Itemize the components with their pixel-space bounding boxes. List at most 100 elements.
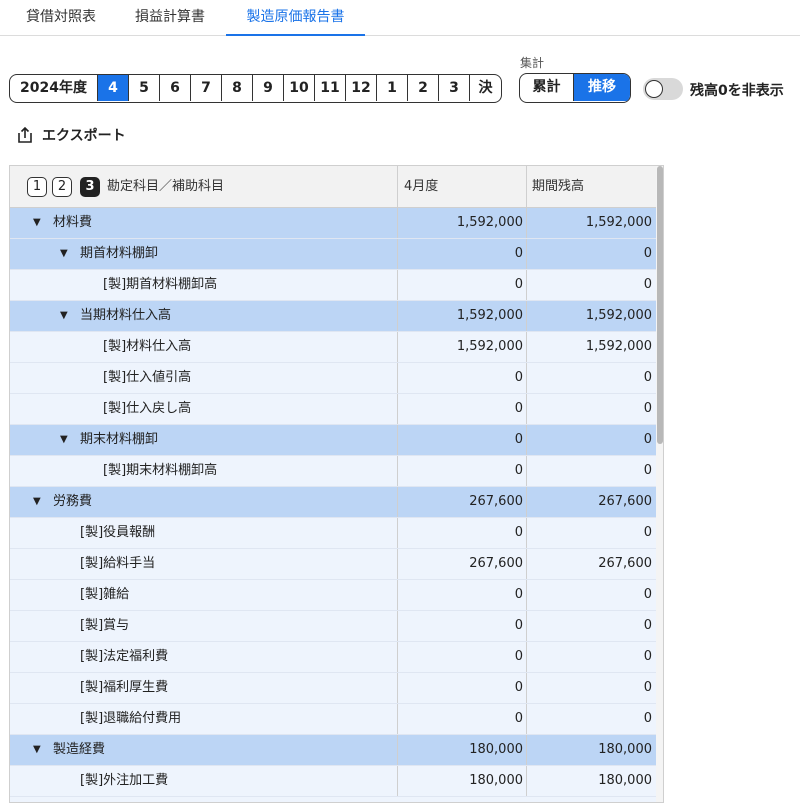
tab-balance-sheet[interactable]: 貸借対照表 bbox=[9, 0, 113, 36]
period-month-button-11[interactable]: 11 bbox=[315, 75, 346, 101]
period-month-button-5[interactable]: 5 bbox=[129, 75, 160, 101]
row-period-balance: 1,592,000 bbox=[585, 215, 652, 230]
column-header-account[interactable]: 勘定科目／補助科目 bbox=[107, 166, 224, 208]
column-header-month[interactable]: 4月度 bbox=[404, 166, 438, 208]
period-month-button-1[interactable]: 1 bbox=[377, 75, 408, 101]
row-period-balance: 0 bbox=[643, 587, 652, 602]
table-row[interactable]: [製]雑給 0 0 bbox=[10, 580, 656, 611]
level-3-button[interactable]: 3 bbox=[80, 177, 100, 197]
column-divider bbox=[526, 642, 527, 672]
row-account-name: [製]仕入値引高 bbox=[103, 370, 192, 385]
row-period-balance: 1,592,000 bbox=[585, 339, 652, 354]
hide-zero-toggle[interactable] bbox=[643, 78, 683, 100]
table-row[interactable]: [製]仕入戻し高 0 0 bbox=[10, 394, 656, 425]
row-account-name: 当期材料仕入高 bbox=[80, 308, 172, 323]
table-row[interactable]: [製]福利厚生費 0 0 bbox=[10, 673, 656, 704]
column-divider bbox=[526, 208, 527, 238]
row-account-name: 労務費 bbox=[53, 494, 93, 509]
row-month-value: 0 bbox=[514, 432, 523, 447]
table-row[interactable]: [製]期首材料棚卸高 0 0 bbox=[10, 270, 656, 301]
row-month-value: 0 bbox=[514, 246, 523, 261]
row-account-name: [製]外注加工費 bbox=[80, 773, 169, 788]
column-divider bbox=[397, 166, 398, 207]
period-month-button-12[interactable]: 12 bbox=[346, 75, 377, 101]
row-period-balance: 0 bbox=[643, 277, 652, 292]
period-year-button[interactable]: 2024年度 bbox=[10, 75, 98, 101]
table-group-row[interactable]: ▼ 期首材料棚卸 0 0 bbox=[10, 239, 656, 270]
expand-caret-icon[interactable]: ▼ bbox=[33, 487, 41, 517]
expand-caret-icon[interactable]: ▼ bbox=[60, 239, 68, 269]
period-month-button-7[interactable]: 7 bbox=[191, 75, 222, 101]
period-month-button-10[interactable]: 10 bbox=[284, 75, 315, 101]
period-month-button-9[interactable]: 9 bbox=[253, 75, 284, 101]
vertical-scrollbar[interactable] bbox=[656, 166, 663, 802]
column-divider bbox=[526, 673, 527, 703]
column-divider bbox=[397, 394, 398, 424]
row-month-value: 180,000 bbox=[469, 742, 523, 757]
table-row[interactable]: [製]給料手当 267,600 267,600 bbox=[10, 549, 656, 580]
period-month-button-4[interactable]: 4 bbox=[98, 75, 129, 101]
table-group-row[interactable]: ▼ 製造経費 180,000 180,000 bbox=[10, 735, 656, 766]
aggregation-label: 集計 bbox=[520, 56, 545, 70]
aggregation-cumulative-button[interactable]: 累計 bbox=[520, 74, 574, 101]
table-row[interactable]: [製]法定福利費 0 0 bbox=[10, 642, 656, 673]
column-header-period-balance[interactable]: 期間残高 bbox=[532, 166, 584, 208]
expand-caret-icon[interactable]: ▼ bbox=[60, 301, 68, 331]
row-month-value: 0 bbox=[514, 370, 523, 385]
period-month-button-6[interactable]: 6 bbox=[160, 75, 191, 101]
row-account-name: [製]仕入戻し高 bbox=[103, 401, 192, 416]
export-label: エクスポート bbox=[42, 128, 126, 144]
period-month-button-3[interactable]: 3 bbox=[439, 75, 470, 101]
table-row[interactable]: [製]仕入値引高 0 0 bbox=[10, 363, 656, 394]
period-month-button-closing[interactable]: 決 bbox=[470, 75, 501, 101]
row-account-name: [製]給料手当 bbox=[80, 556, 156, 571]
table-group-row[interactable]: ▼ 期末材料棚卸 0 0 bbox=[10, 425, 656, 456]
scrollbar-thumb[interactable] bbox=[657, 166, 663, 444]
row-period-balance: 180,000 bbox=[598, 742, 652, 757]
column-divider bbox=[397, 549, 398, 579]
table-group-row[interactable]: ▼ 当期材料仕入高 1,592,000 1,592,000 bbox=[10, 301, 656, 332]
tab-manufacturing-cost-report[interactable]: 製造原価報告書 bbox=[226, 0, 365, 36]
level-1-button[interactable]: 1 bbox=[27, 177, 47, 197]
row-account-name: 製造経費 bbox=[53, 742, 106, 757]
row-month-value: 0 bbox=[514, 463, 523, 478]
period-month-button-8[interactable]: 8 bbox=[222, 75, 253, 101]
level-2-button[interactable]: 2 bbox=[52, 177, 72, 197]
row-period-balance: 0 bbox=[643, 246, 652, 261]
column-divider bbox=[397, 518, 398, 548]
column-divider bbox=[397, 208, 398, 238]
table-row[interactable]: [製]外注加工費 180,000 180,000 bbox=[10, 766, 656, 797]
hide-zero-label: 残高0を非表示 bbox=[690, 83, 784, 99]
expand-caret-icon[interactable]: ▼ bbox=[33, 735, 41, 765]
row-account-name: [製]期末材料棚卸高 bbox=[103, 463, 218, 478]
aggregation-selector: 累計 推移 bbox=[519, 73, 631, 103]
expand-caret-icon[interactable]: ▼ bbox=[33, 208, 41, 238]
row-period-balance: 0 bbox=[643, 432, 652, 447]
row-account-name: [製]賞与 bbox=[80, 618, 130, 633]
row-period-balance: 0 bbox=[643, 401, 652, 416]
table-group-row[interactable]: ▼ 材料費 1,592,000 1,592,000 bbox=[10, 208, 656, 239]
row-month-value: 0 bbox=[514, 587, 523, 602]
period-month-button-2[interactable]: 2 bbox=[408, 75, 439, 101]
expand-caret-icon[interactable]: ▼ bbox=[60, 425, 68, 455]
row-period-balance: 180,000 bbox=[598, 773, 652, 788]
table-group-row[interactable]: ▼ 労務費 267,600 267,600 bbox=[10, 487, 656, 518]
table-row[interactable]: [製]材料仕入高 1,592,000 1,592,000 bbox=[10, 332, 656, 363]
row-period-balance: 0 bbox=[643, 649, 652, 664]
row-month-value: 1,592,000 bbox=[456, 308, 523, 323]
table-row[interactable]: [製]期末材料棚卸高 0 0 bbox=[10, 456, 656, 487]
column-divider bbox=[397, 673, 398, 703]
column-divider bbox=[397, 642, 398, 672]
aggregation-trend-button[interactable]: 推移 bbox=[574, 74, 630, 101]
table-row[interactable]: [製]役員報酬 0 0 bbox=[10, 518, 656, 549]
export-button[interactable]: エクスポート bbox=[16, 125, 126, 145]
row-period-balance: 0 bbox=[643, 370, 652, 385]
export-icon bbox=[16, 126, 34, 144]
column-divider bbox=[526, 611, 527, 641]
column-divider bbox=[526, 394, 527, 424]
row-account-name: [製]役員報酬 bbox=[80, 525, 156, 540]
column-divider bbox=[526, 425, 527, 455]
table-row[interactable]: [製]賞与 0 0 bbox=[10, 611, 656, 642]
table-row[interactable]: [製]退職給付費用 0 0 bbox=[10, 704, 656, 735]
tab-income-statement[interactable]: 損益計算書 bbox=[117, 0, 223, 36]
